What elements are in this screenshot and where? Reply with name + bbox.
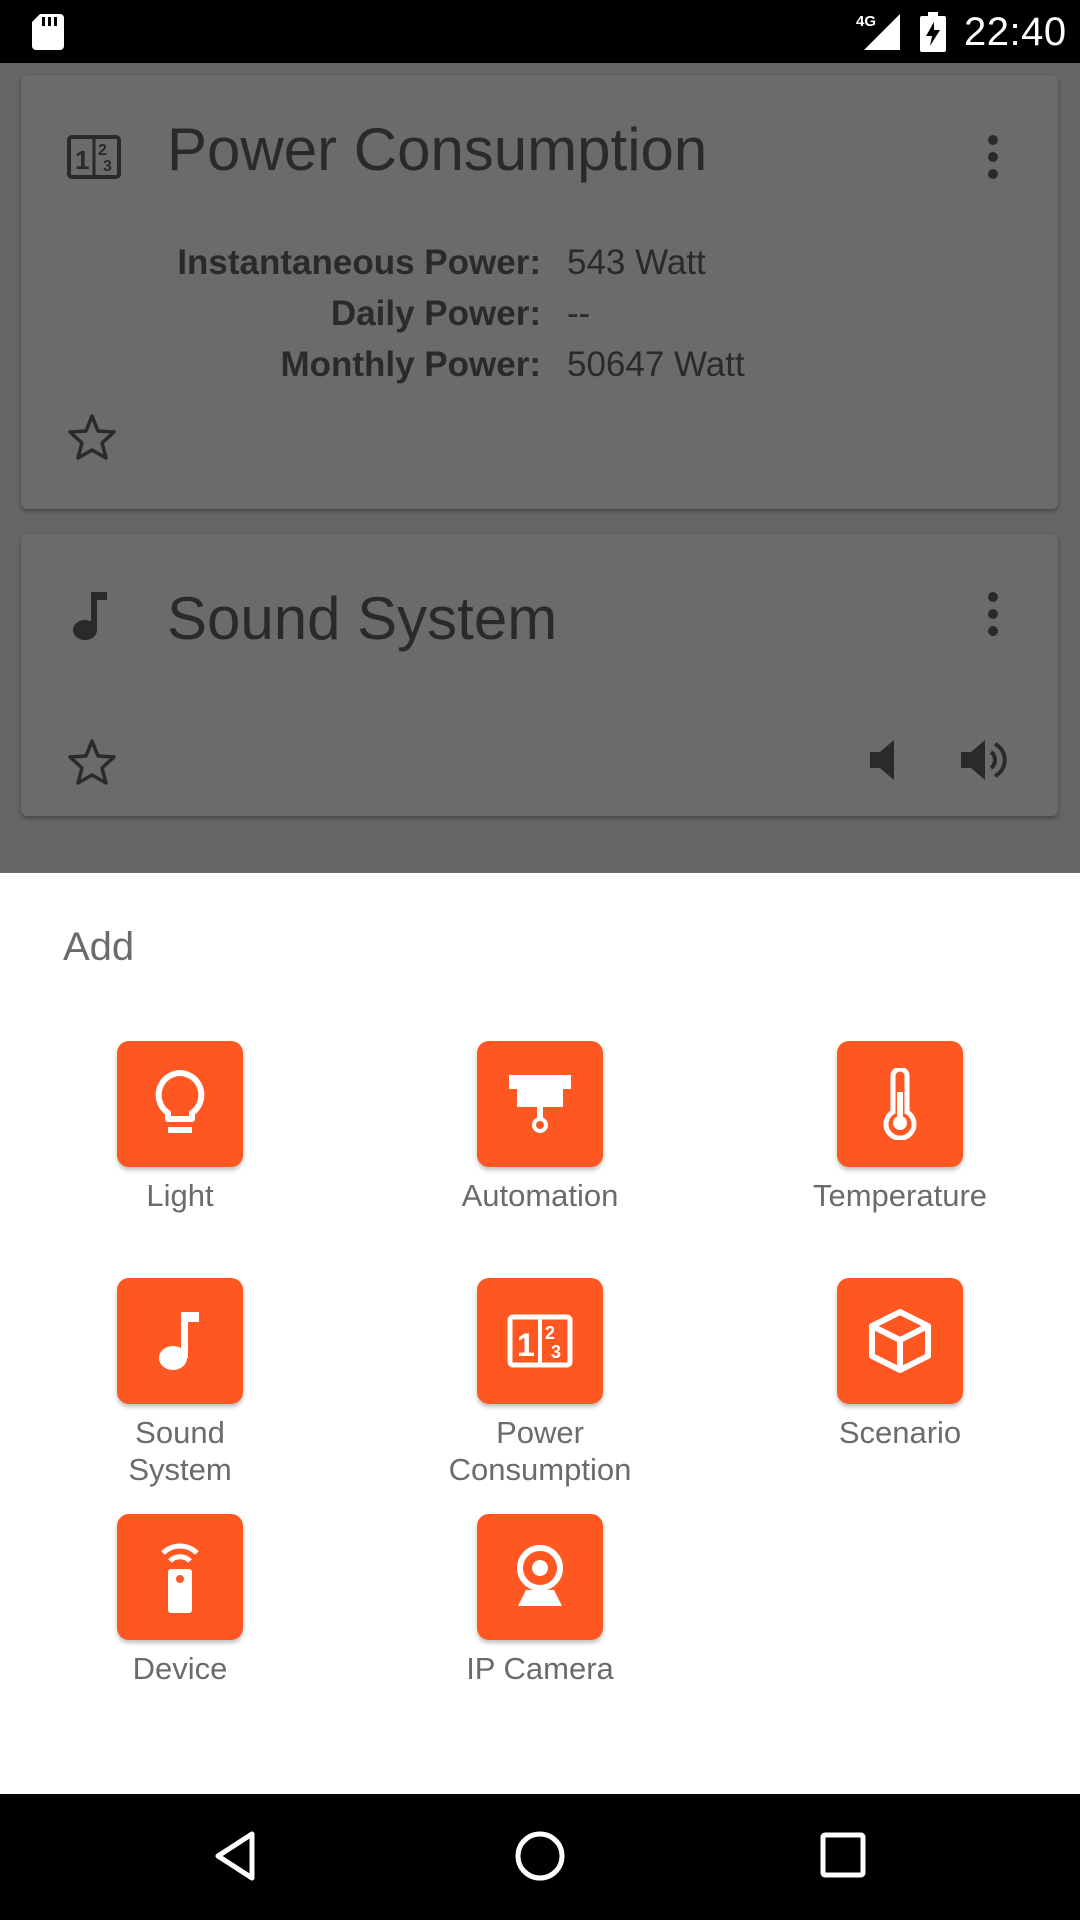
add-power-consumption-option[interactable]: 1 2 3 Power Consumption — [420, 1278, 660, 1488]
option-label: Temperature — [812, 1178, 988, 1213]
instantaneous-power-row: Instantaneous Power: 543 Watt — [21, 243, 1058, 294]
volume-down-icon[interactable] — [866, 738, 906, 782]
scenario-button[interactable] — [837, 1278, 963, 1404]
power-consumption-card[interactable]: 1 2 3 Power Consumption Instantaneous Po… — [21, 75, 1058, 509]
remote-icon — [161, 1543, 199, 1613]
counter-icon: 1 2 3 — [67, 135, 121, 179]
back-icon[interactable] — [212, 1830, 258, 1882]
sd-card-icon — [32, 14, 64, 50]
music-note-icon — [159, 1312, 199, 1370]
music-note-icon — [73, 592, 107, 640]
add-bottom-sheet: Add Light Automation Temperature Sound S… — [0, 873, 1080, 1794]
svg-text:2: 2 — [98, 142, 107, 159]
projector-screen-icon — [509, 1075, 571, 1133]
option-label: Sound System — [60, 1414, 300, 1488]
option-label: Power Consumption — [420, 1414, 660, 1488]
add-light-option[interactable]: Light — [60, 1041, 300, 1214]
reading-value: 50647 Watt — [567, 345, 745, 384]
power-consumption-button[interactable]: 1 2 3 — [477, 1278, 603, 1404]
option-label-text: Power Consumption — [448, 1415, 632, 1487]
svg-text:1: 1 — [75, 145, 89, 175]
thermometer-icon — [883, 1068, 917, 1140]
home-icon[interactable] — [514, 1830, 566, 1882]
option-label: Device — [132, 1651, 228, 1686]
star-outline-icon[interactable] — [67, 738, 117, 786]
sound-system-card[interactable]: Sound System — [21, 534, 1058, 816]
option-label: IP Camera — [466, 1651, 614, 1686]
recents-icon[interactable] — [820, 1832, 866, 1878]
light-button[interactable] — [117, 1041, 243, 1167]
more-vert-icon[interactable] — [988, 592, 998, 636]
more-vert-icon[interactable] — [988, 135, 998, 179]
navigation-bar — [0, 1794, 1080, 1920]
reading-label: Instantaneous Power: — [177, 243, 541, 282]
reading-value: -- — [567, 294, 591, 333]
svg-text:2: 2 — [545, 1323, 555, 1343]
clock: 22:40 — [964, 10, 1067, 54]
reading-label: Monthly Power: — [280, 345, 541, 384]
star-outline-icon[interactable] — [67, 413, 117, 461]
monthly-power-row: Monthly Power: 50647 Watt — [21, 345, 1058, 396]
svg-text:3: 3 — [551, 1342, 561, 1362]
cube-icon — [869, 1309, 931, 1373]
add-ip-camera-option[interactable]: IP Camera — [420, 1514, 660, 1687]
card-title: Sound System — [167, 585, 558, 652]
temperature-button[interactable] — [837, 1041, 963, 1167]
sound-system-button[interactable] — [117, 1278, 243, 1404]
reading-label: Daily Power: — [330, 294, 541, 333]
card-title: Power Consumption — [167, 116, 708, 183]
daily-power-row: Daily Power: -- — [21, 294, 1058, 345]
ip-camera-button[interactable] — [477, 1514, 603, 1640]
add-scenario-option[interactable]: Scenario — [780, 1278, 1020, 1451]
add-temperature-option[interactable]: Temperature — [780, 1041, 1020, 1214]
sheet-title: Add — [63, 925, 135, 969]
reading-value: 543 Watt — [567, 243, 706, 282]
lightbulb-icon — [155, 1070, 205, 1133]
battery-charging-icon — [920, 12, 946, 52]
webcam-icon — [517, 1545, 563, 1606]
option-label: Light — [146, 1178, 214, 1213]
status-bar: 4G 22:40 — [0, 0, 1080, 63]
option-label-text: Sound System — [128, 1415, 232, 1487]
add-sound-system-option[interactable]: Sound System — [60, 1278, 300, 1488]
power-readings: Instantaneous Power: 543 Watt Daily Powe… — [21, 243, 1058, 396]
add-device-option[interactable]: Device — [60, 1514, 300, 1687]
network-type-label: 4G — [856, 13, 876, 30]
counter-icon: 1 2 3 — [507, 1314, 573, 1368]
add-automation-option[interactable]: Automation — [420, 1041, 660, 1214]
option-label: Automation — [461, 1178, 619, 1213]
option-label: Scenario — [838, 1415, 962, 1450]
svg-text:3: 3 — [103, 158, 112, 175]
signal-4g-icon: 4G — [856, 13, 900, 50]
automation-button[interactable] — [477, 1041, 603, 1167]
svg-text:1: 1 — [517, 1327, 535, 1363]
device-list-scrim[interactable]: 1 2 3 Power Consumption Instantaneous Po… — [0, 63, 1080, 873]
device-button[interactable] — [117, 1514, 243, 1640]
volume-up-icon[interactable] — [959, 736, 1013, 784]
